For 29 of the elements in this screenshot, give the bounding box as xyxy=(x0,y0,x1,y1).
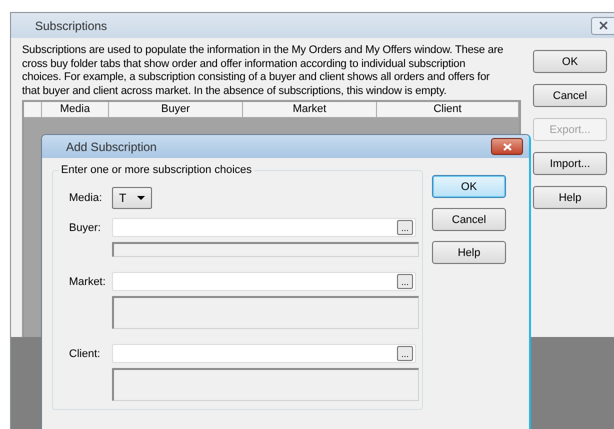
input-field[interactable]: ... xyxy=(112,218,416,237)
field-label: Client: xyxy=(69,348,102,360)
dialog-button[interactable]: OK xyxy=(432,175,506,198)
window-title: Subscriptions xyxy=(35,18,108,32)
column-header[interactable]: Client xyxy=(377,102,519,118)
field-label: Buyer: xyxy=(69,222,102,234)
field-label: Market: xyxy=(69,276,107,288)
browse-button[interactable]: ... xyxy=(397,346,413,361)
group-label: Enter one or more subscription choices xyxy=(59,164,254,176)
dialog-button[interactable]: Import... xyxy=(533,152,607,175)
browse-button[interactable]: ... xyxy=(397,220,413,235)
input-field[interactable]: ... xyxy=(112,344,416,363)
dialog-button[interactable]: Cancel xyxy=(533,84,607,107)
field-label: Media: xyxy=(69,192,104,204)
column-header[interactable]: Buyer xyxy=(109,102,243,118)
column-header[interactable]: Market xyxy=(243,102,377,118)
dialog-button[interactable]: Cancel xyxy=(432,208,506,231)
dialog-button[interactable]: OK xyxy=(533,50,607,73)
dialog-button[interactable]: Help xyxy=(432,241,506,264)
media-dropdown[interactable]: T xyxy=(112,187,152,209)
dialog-button[interactable]: Help xyxy=(533,186,607,209)
dialog-title: Add Subscription xyxy=(66,140,157,154)
close-icon[interactable] xyxy=(491,138,523,155)
description-text: Subscriptions are used to populate the information in the My Orders and My Offers window. These are cross buy folder tabs that show order and offer information according to individual subscription choices. For example, a subscription consisting of a buyer and client shows all orders and offers for that buyer and client across market. In the absence of subscriptions, this window is empty. xyxy=(22,44,504,98)
browse-button[interactable]: ... xyxy=(397,274,413,289)
caret-icon xyxy=(137,196,145,200)
input-field[interactable]: ... xyxy=(112,272,416,291)
column-header[interactable]: Media xyxy=(42,102,109,118)
close-icon[interactable] xyxy=(591,16,614,34)
